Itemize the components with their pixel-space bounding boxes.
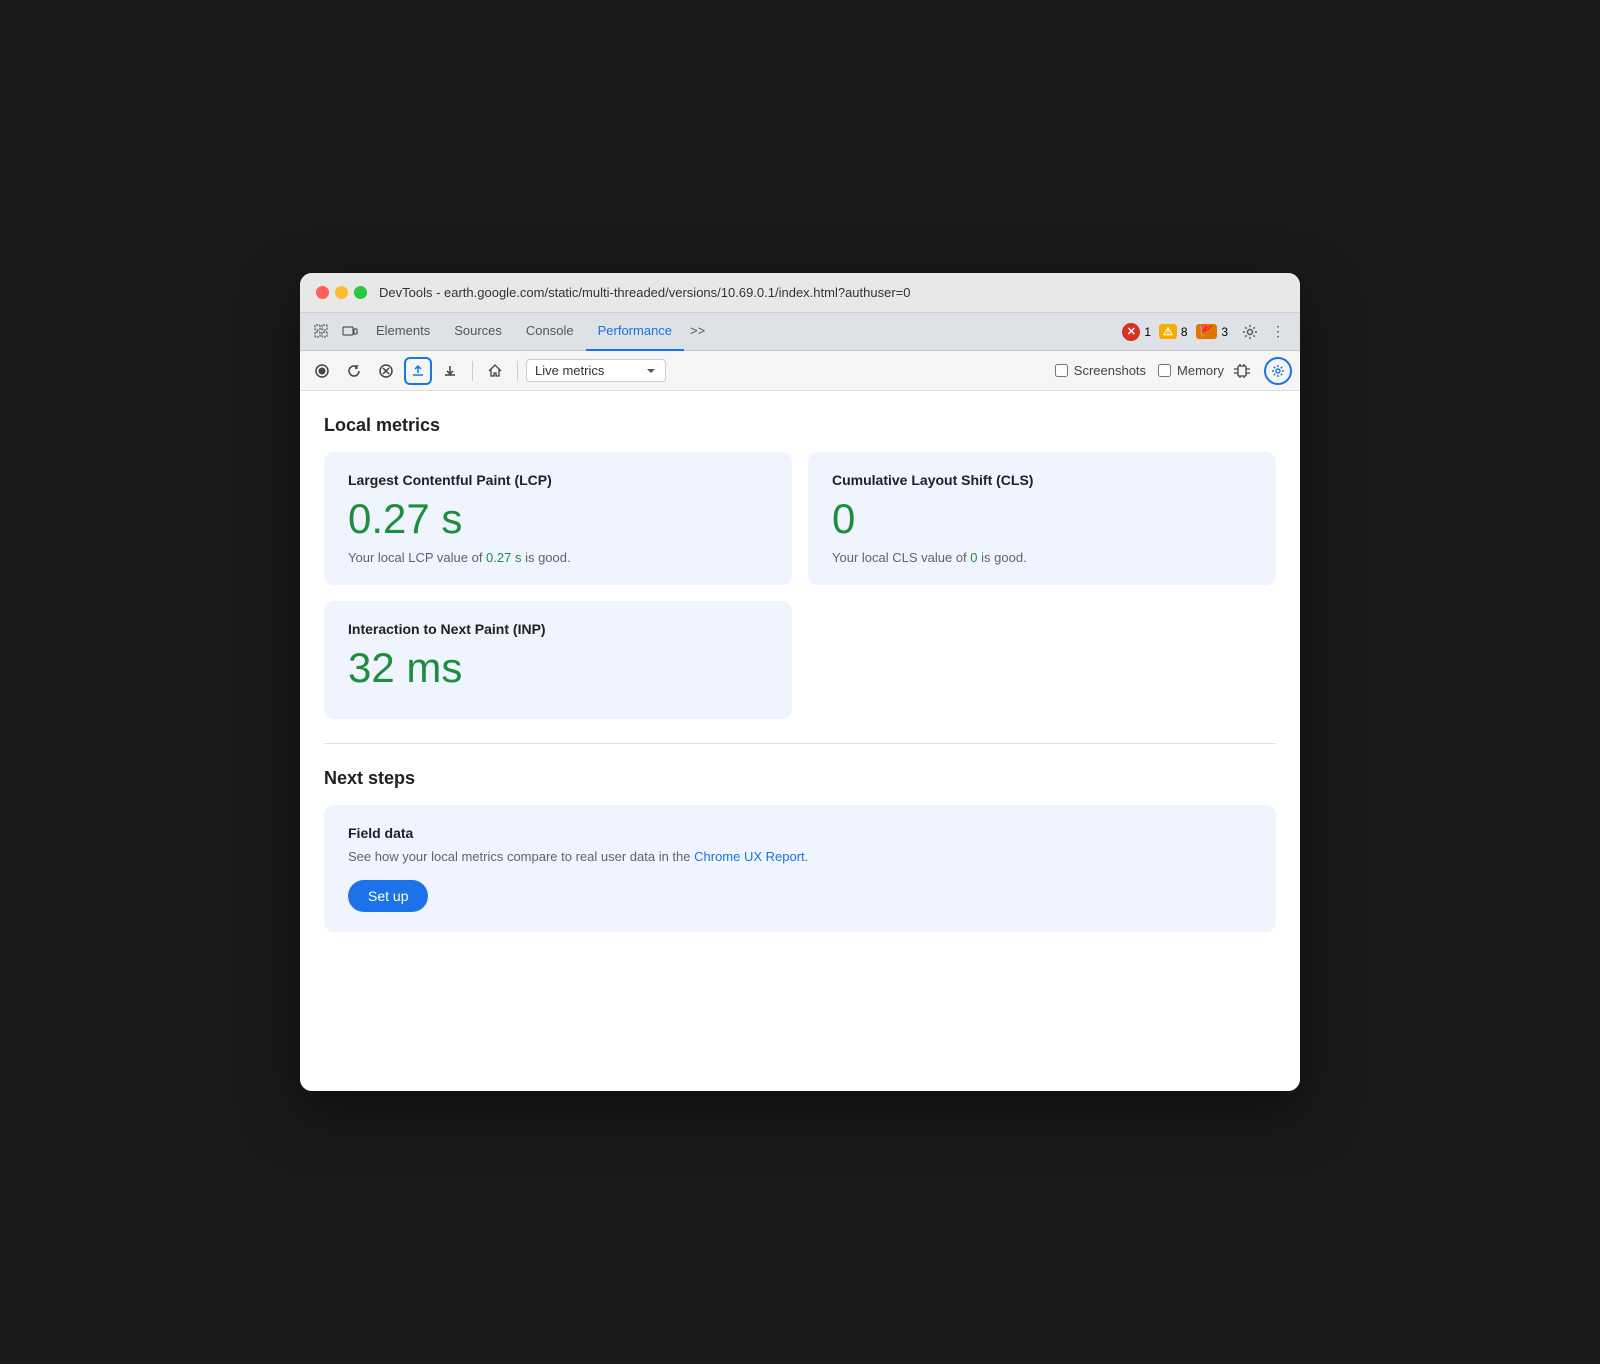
traffic-lights xyxy=(316,286,367,299)
memory-checkbox-label[interactable]: Memory xyxy=(1158,363,1224,378)
lcp-card: Largest Contentful Paint (LCP) 0.27 s Yo… xyxy=(324,452,792,585)
device-toolbar-btn[interactable] xyxy=(336,318,364,346)
toolbar-divider-1 xyxy=(472,361,473,381)
info-icon: 🚩 xyxy=(1196,324,1218,339)
screenshots-checkbox[interactable] xyxy=(1055,364,1068,377)
home-btn[interactable] xyxy=(481,357,509,385)
inspect-element-btn[interactable] xyxy=(308,318,336,346)
tab-performance[interactable]: Performance xyxy=(586,313,684,351)
memory-checkbox[interactable] xyxy=(1158,364,1171,377)
toolbar-divider-2 xyxy=(517,361,518,381)
chrome-ux-report-link[interactable]: Chrome UX Report xyxy=(694,849,805,864)
upload-btn[interactable] xyxy=(404,357,432,385)
screenshots-checkbox-label[interactable]: Screenshots xyxy=(1055,363,1146,378)
metrics-grid: Largest Contentful Paint (LCP) 0.27 s Yo… xyxy=(324,452,1276,719)
devtools-tab-bar: Elements Sources Console Performance >> … xyxy=(300,313,1300,351)
error-count: ✕ xyxy=(1122,323,1140,341)
setup-button[interactable]: Set up xyxy=(348,880,428,912)
cls-value: 0 xyxy=(832,496,1252,542)
error-badge: ✕ 1 xyxy=(1122,323,1151,341)
record-btn[interactable] xyxy=(308,357,336,385)
local-metrics-title: Local metrics xyxy=(324,415,1276,436)
download-btn[interactable] xyxy=(436,357,464,385)
lcp-description: Your local LCP value of 0.27 s is good. xyxy=(348,550,768,565)
tab-more[interactable]: >> xyxy=(684,313,711,351)
settings-btn[interactable] xyxy=(1236,318,1264,346)
browser-window: DevTools - earth.google.com/static/multi… xyxy=(300,273,1300,1091)
maximize-button[interactable] xyxy=(354,286,367,299)
warning-icon: ⚠ xyxy=(1159,324,1177,339)
cls-label: Cumulative Layout Shift (CLS) xyxy=(832,472,1252,488)
inp-value: 32 ms xyxy=(348,645,768,691)
inp-card: Interaction to Next Paint (INP) 32 ms xyxy=(324,601,792,719)
live-metrics-dropdown[interactable]: Live metrics xyxy=(526,359,666,382)
field-data-label: Field data xyxy=(348,825,1252,841)
browser-title: DevTools - earth.google.com/static/multi… xyxy=(379,285,910,300)
devtools-content: Local metrics Largest Contentful Paint (… xyxy=(300,391,1300,1091)
next-steps-title: Next steps xyxy=(324,768,1276,789)
section-divider xyxy=(324,743,1276,744)
tab-elements[interactable]: Elements xyxy=(364,313,442,351)
close-button[interactable] xyxy=(316,286,329,299)
field-data-description: See how your local metrics compare to re… xyxy=(348,849,1252,864)
cpu-profile-btn[interactable] xyxy=(1228,357,1256,385)
info-badge: 🚩 3 xyxy=(1196,324,1228,339)
warning-badge: ⚠ 8 xyxy=(1159,324,1188,339)
tab-console[interactable]: Console xyxy=(514,313,586,351)
inp-label: Interaction to Next Paint (INP) xyxy=(348,621,768,637)
more-options-btn[interactable]: ⋮ xyxy=(1264,318,1292,346)
clear-btn[interactable] xyxy=(372,357,400,385)
cls-card: Cumulative Layout Shift (CLS) 0 Your loc… xyxy=(808,452,1276,585)
reload-record-btn[interactable] xyxy=(340,357,368,385)
performance-toolbar: Live metrics Screenshots Memory xyxy=(300,351,1300,391)
lcp-label: Largest Contentful Paint (LCP) xyxy=(348,472,768,488)
cls-description: Your local CLS value of 0 is good. xyxy=(832,550,1252,565)
minimize-button[interactable] xyxy=(335,286,348,299)
tab-sources[interactable]: Sources xyxy=(442,313,514,351)
perf-settings-btn[interactable] xyxy=(1264,357,1292,385)
next-steps-card: Field data See how your local metrics co… xyxy=(324,805,1276,932)
title-bar: DevTools - earth.google.com/static/multi… xyxy=(300,273,1300,313)
lcp-value: 0.27 s xyxy=(348,496,768,542)
